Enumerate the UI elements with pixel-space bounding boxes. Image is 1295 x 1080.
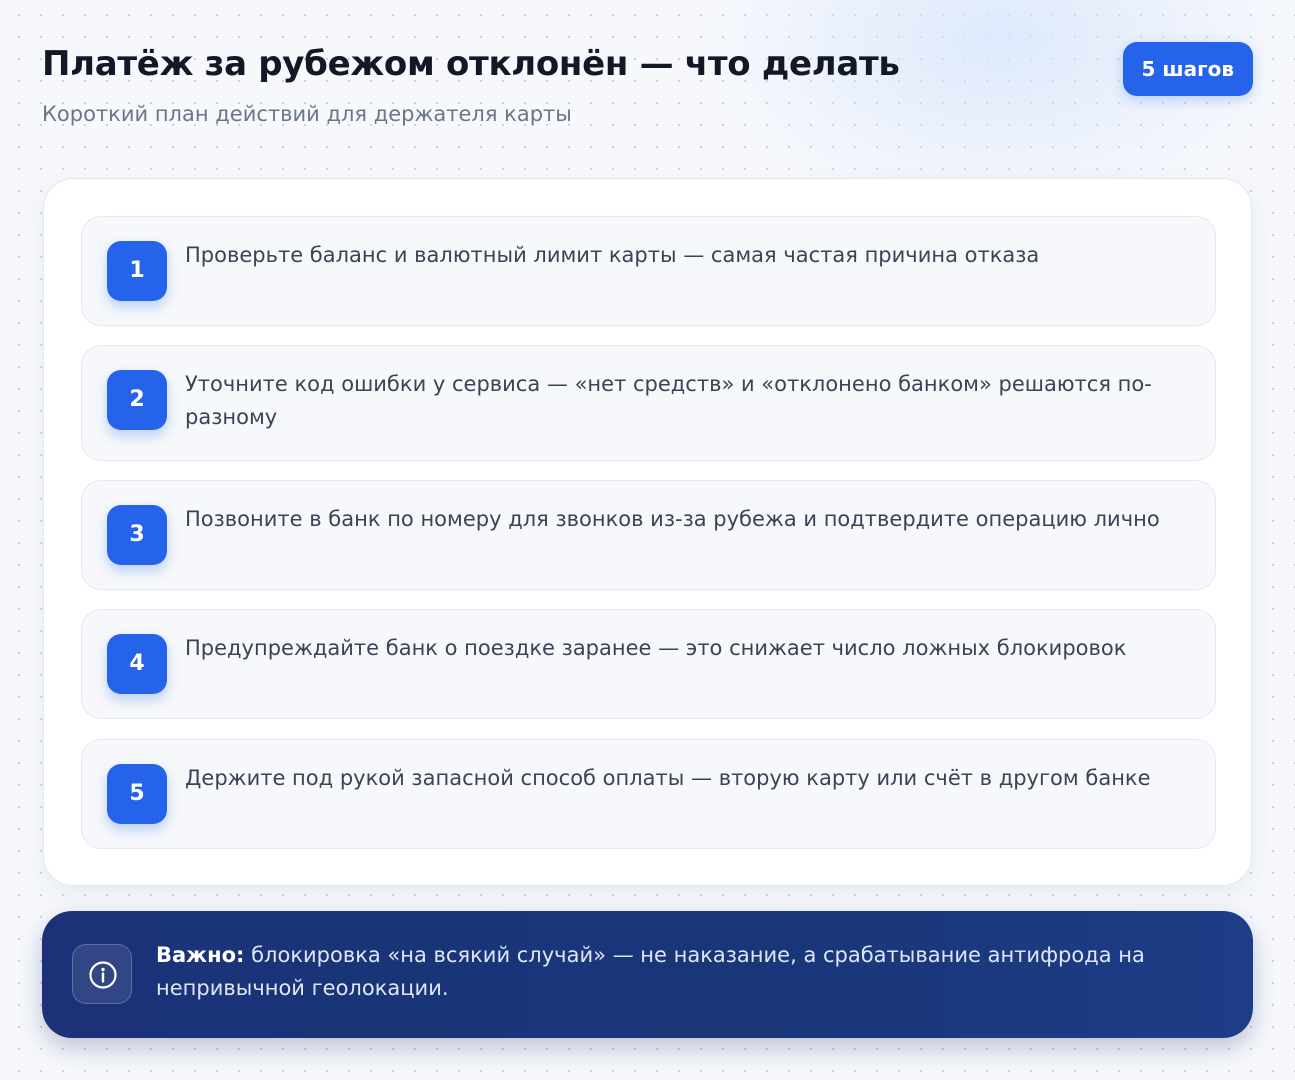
note-body: блокировка «на всякий случай» — не наказ… <box>156 943 1145 1000</box>
step-text-1: Проверьте баланс и валютный лимит карты … <box>185 243 1040 267</box>
steps-card: 1 Проверьте баланс и валютный лимит карт… <box>43 178 1252 886</box>
note-text: Важно: блокировка «на всякий случай» — н… <box>156 939 1183 1005</box>
info-icon <box>72 944 132 1004</box>
step-text-3: Позвоните в банк по номеру для звонков и… <box>185 507 1160 531</box>
page-subtitle: Короткий план действий для держателя кар… <box>42 102 572 126</box>
step-number-5: 5 <box>107 764 167 824</box>
step-number-1: 1 <box>107 241 167 301</box>
step-item-2: 2 Уточните код ошибки у сервиса — «нет с… <box>81 345 1216 461</box>
step-item-5: 5 Держите под рукой запасной способ опла… <box>81 739 1216 849</box>
important-note-banner: Важно: блокировка «на всякий случай» — н… <box>42 911 1253 1038</box>
step-item-1: 1 Проверьте баланс и валютный лимит карт… <box>81 216 1216 326</box>
step-number-4: 4 <box>107 634 167 694</box>
step-item-3: 3 Позвоните в банк по номеру для звонков… <box>81 480 1216 590</box>
steps-count-badge: 5 шагов <box>1122 42 1253 96</box>
step-text-2: Уточните код ошибки у сервиса — «нет сре… <box>185 372 1152 429</box>
note-lead: Важно: <box>156 943 245 967</box>
step-number-3: 3 <box>107 505 167 565</box>
step-text-4: Предупреждайте банк о поездке заранее — … <box>185 636 1127 660</box>
step-item-4: 4 Предупреждайте банк о поездке заранее … <box>81 609 1216 719</box>
page-header: Платёж за рубежом отклонён — что делать … <box>42 40 1253 140</box>
page-title: Платёж за рубежом отклонён — что делать <box>42 44 900 84</box>
step-text-5: Держите под рукой запасной способ оплаты… <box>185 766 1151 790</box>
step-number-2: 2 <box>107 370 167 430</box>
